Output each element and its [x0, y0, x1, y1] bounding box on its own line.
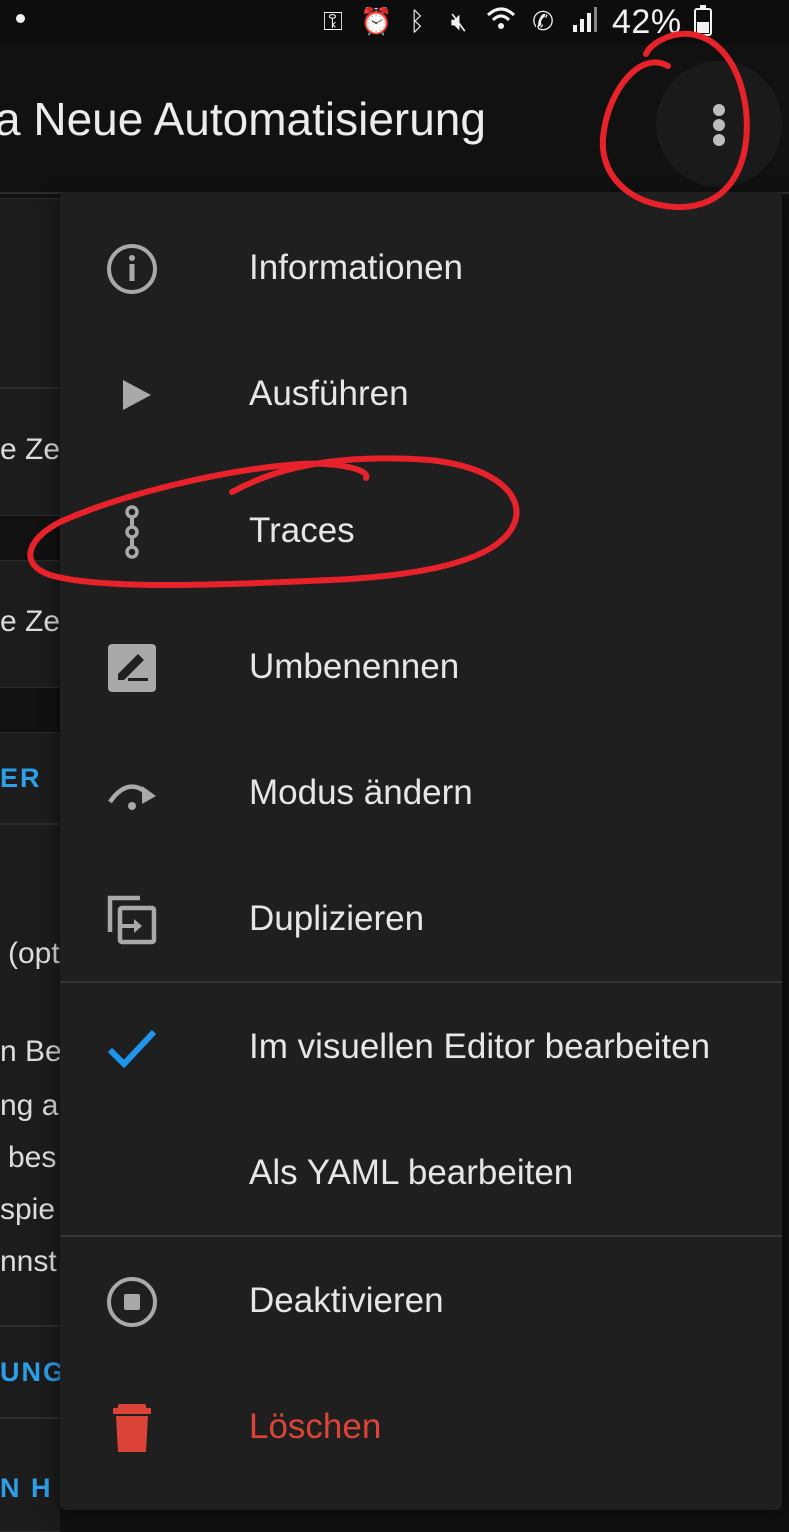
info-icon [104, 241, 160, 297]
menu-item-modus-aendern[interactable]: Modus ändern [60, 730, 782, 856]
background-text: (opt [8, 937, 60, 970]
background-action-text: UNG [0, 1357, 60, 1387]
notification-dot [16, 14, 25, 23]
background-action-text: N H [0, 1473, 53, 1503]
menu-item-umbenennen[interactable]: Umbenennen [60, 604, 782, 730]
menu-item-informationen[interactable]: Informationen [60, 205, 782, 331]
background-card: (opt n Be ng a bes spie nnst [0, 824, 60, 1326]
menu-item-duplizieren[interactable]: Duplizieren [60, 856, 782, 982]
play-icon [104, 367, 160, 423]
menu-item-label: Im visuellen Editor bearbeiten [249, 1027, 711, 1066]
background-text: e Ze [0, 605, 60, 638]
page-title: a Neue Automatisierung [0, 93, 486, 145]
menu-item-label: Traces [249, 511, 355, 550]
menu-item-yaml-editor[interactable]: Als YAML bearbeiten [60, 1110, 782, 1236]
menu-item-label: Umbenennen [249, 647, 460, 686]
background-card: UNG [0, 1326, 60, 1418]
battery-percent: 42% [612, 2, 682, 41]
rename-icon [104, 640, 160, 696]
more-vert-icon-dot [713, 119, 725, 131]
menu-divider [60, 981, 782, 983]
background-card: e Ze [0, 560, 60, 688]
duplicate-icon [104, 892, 160, 948]
more-vert-icon [713, 104, 725, 116]
menu-item-label: Modus ändern [249, 773, 473, 812]
menu-item-traces[interactable]: Traces [60, 468, 782, 594]
wifi-icon [486, 5, 516, 40]
delete-icon [104, 1400, 160, 1456]
battery-icon [693, 5, 712, 36]
overflow-menu-button[interactable] [656, 61, 782, 187]
mute-icon: 🔇︎ [450, 6, 468, 37]
more-vert-icon-dot [713, 134, 725, 146]
alarm-icon: ⏰ [360, 7, 393, 37]
background-card: ER [0, 732, 60, 824]
background-action-text: ER [0, 763, 42, 793]
status-icons: ⚿ ⏰ ᛒ 🔇︎ ✆ 42% [318, 2, 712, 41]
vpn-key-icon: ⚿ [323, 6, 343, 37]
background-card [0, 198, 60, 388]
menu-item-label: Duplizieren [249, 899, 425, 938]
menu-item-label: Ausführen [249, 374, 409, 413]
background-card: N H [0, 1418, 60, 1532]
menu-item-loeschen[interactable]: Löschen [60, 1364, 782, 1490]
stop-circle-icon [104, 1274, 160, 1330]
menu-item-label: Als YAML bearbeiten [249, 1153, 574, 1192]
background-text: n Be [0, 1035, 60, 1068]
status-bar: ⚿ ⏰ ᛒ 🔇︎ ✆ 42% [0, 0, 789, 44]
menu-divider [60, 1235, 782, 1237]
menu-item-deaktivieren[interactable]: Deaktivieren [60, 1238, 782, 1364]
menu-item-ausfuehren[interactable]: Ausführen [60, 331, 782, 457]
check-icon [104, 1020, 160, 1076]
app-header: a Neue Automatisierung [0, 44, 789, 194]
wifi-call-icon: ✆ [532, 7, 554, 37]
background-text: nnst [0, 1245, 57, 1278]
menu-item-label: Deaktivieren [249, 1281, 444, 1320]
background-text: e Ze [0, 433, 60, 466]
menu-item-label: Löschen [249, 1407, 382, 1446]
background-text: spie [0, 1193, 56, 1226]
signal-icon [570, 5, 600, 40]
background-text: ng a [0, 1089, 59, 1122]
mode-change-icon [104, 766, 160, 822]
background-text: bes [8, 1141, 57, 1174]
overflow-menu: Informationen Ausführen Traces Umbenenne… [60, 192, 782, 1510]
background-card: e Ze [0, 388, 60, 516]
menu-item-label: Informationen [249, 248, 464, 287]
bluetooth-icon: ᛒ [409, 7, 425, 37]
traces-icon [104, 504, 160, 560]
menu-item-visual-editor[interactable]: Im visuellen Editor bearbeiten [60, 984, 782, 1110]
